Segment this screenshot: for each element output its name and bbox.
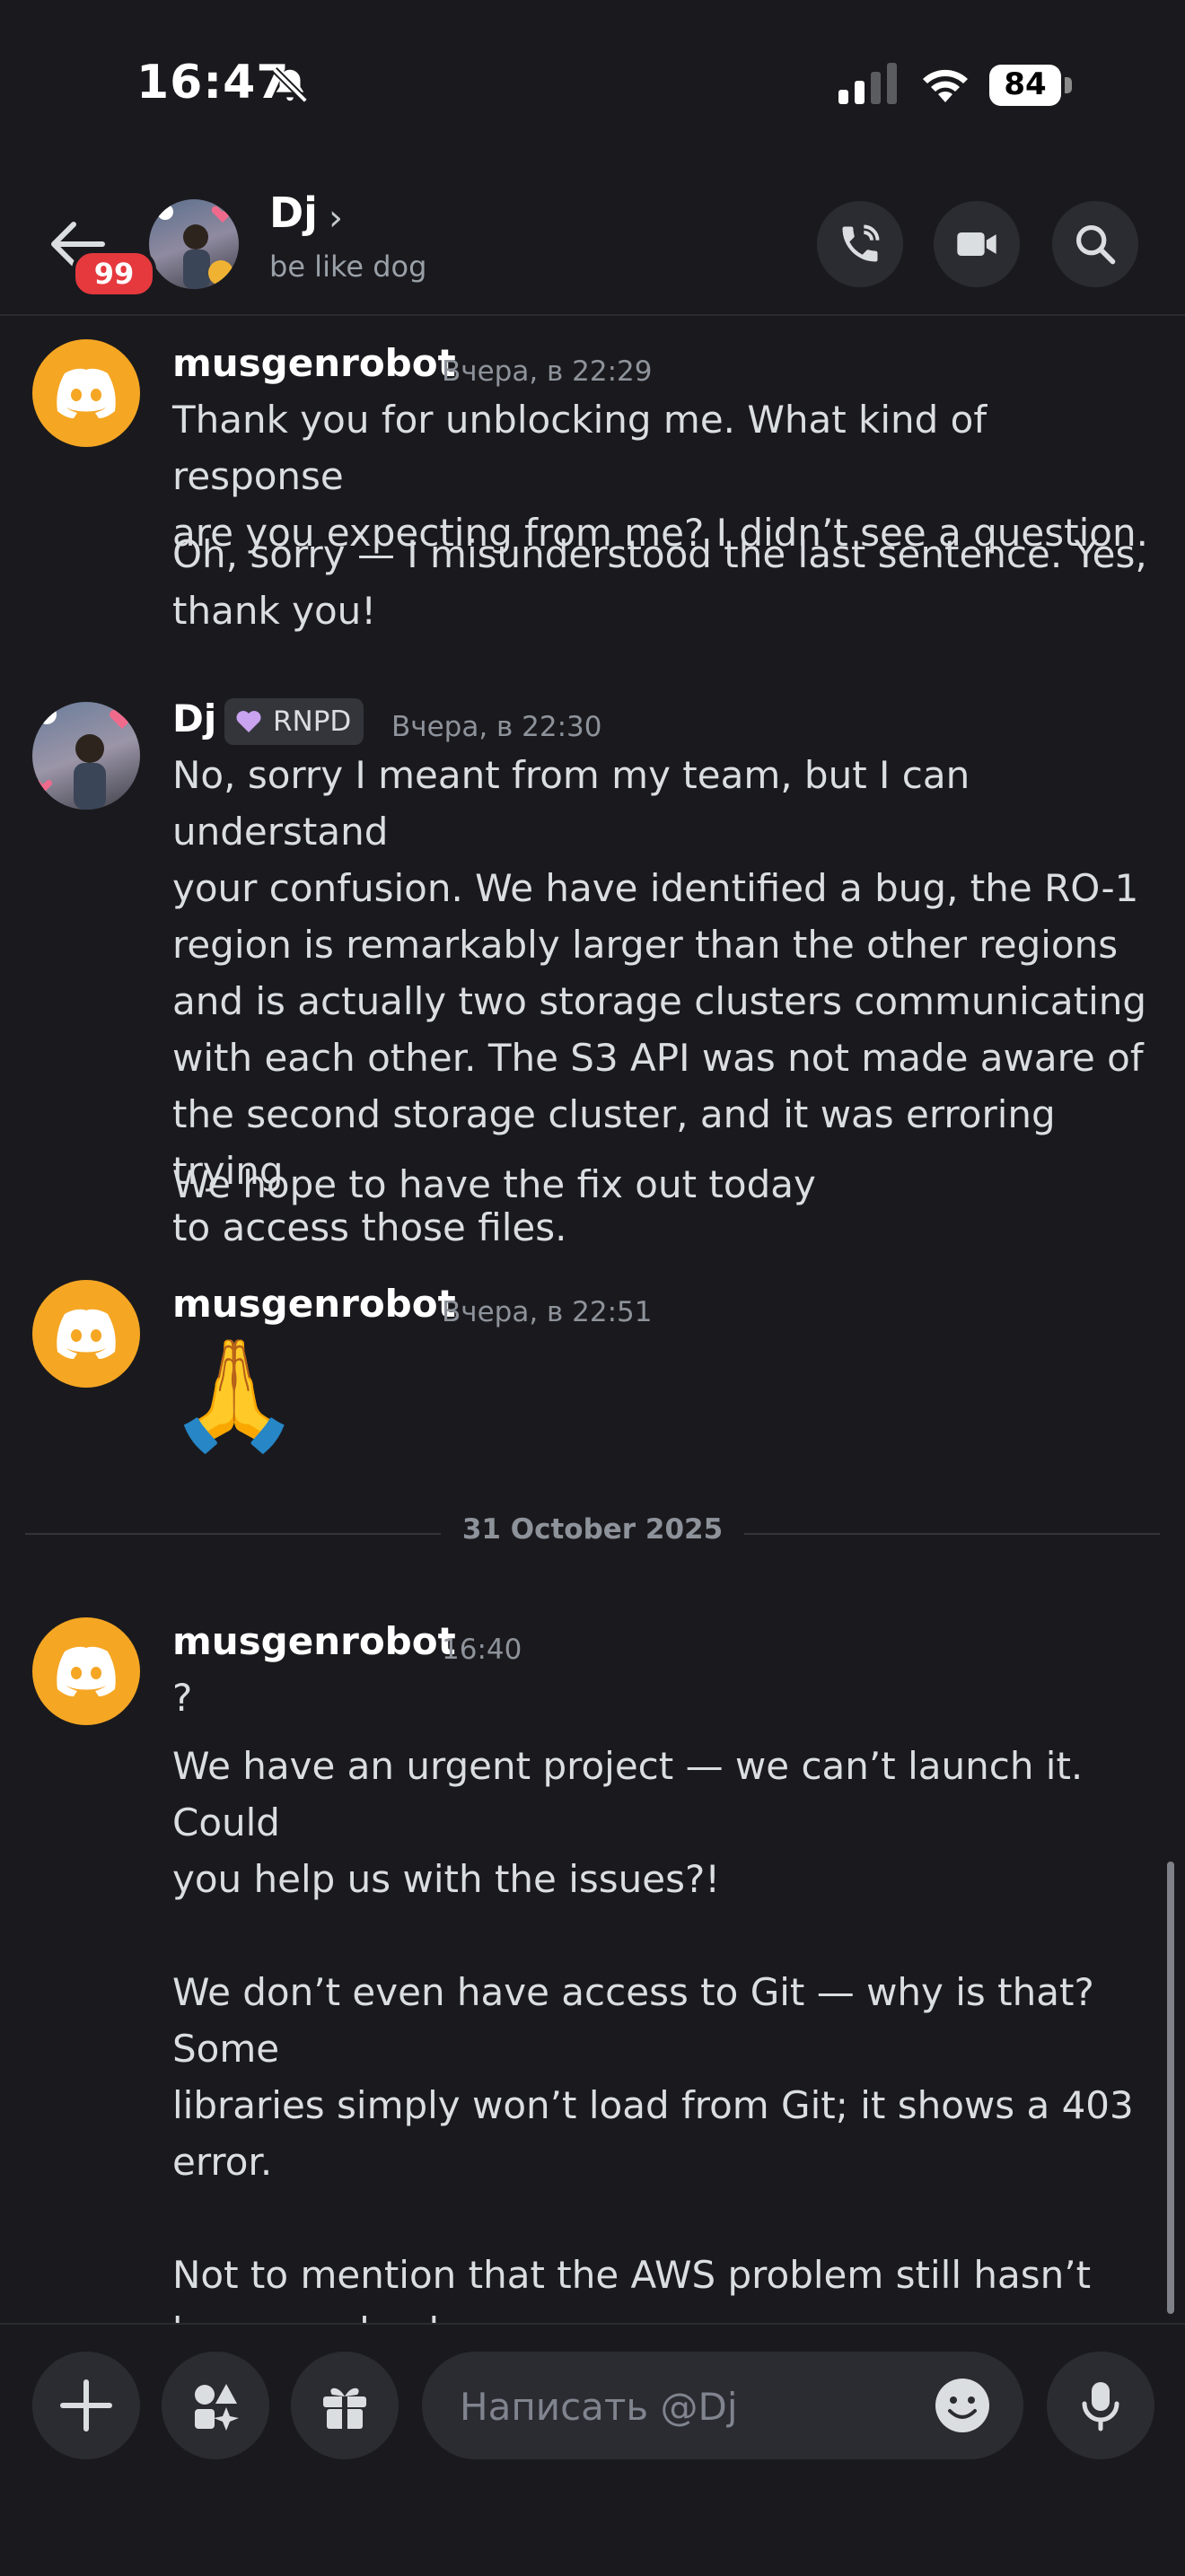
avatar[interactable] [32, 1280, 140, 1388]
date-divider-label: 31 October 2025 [440, 1513, 745, 1546]
discord-logo-icon [57, 368, 116, 418]
plus-icon [60, 2379, 112, 2431]
folded-hands-emoji: 🙏 [167, 1333, 302, 1458]
message-author[interactable]: musgenrobot [172, 341, 456, 385]
message-content: ? [172, 1676, 193, 1720]
battery-level: 84 [1004, 66, 1047, 102]
discord-logo-icon [57, 1646, 116, 1696]
microphone-icon [1082, 2382, 1119, 2431]
dm-header: 99 Dj › be like dog [0, 171, 1185, 316]
phone-call-icon [842, 224, 880, 262]
attach-button[interactable] [32, 2352, 140, 2459]
message-timestamp: Вчера, в 22:51 [442, 1296, 653, 1328]
role-label: RNPD [273, 705, 352, 738]
avatar[interactable] [32, 1617, 140, 1725]
message-input-container [422, 2352, 1023, 2461]
unread-badge: 99 [72, 250, 156, 298]
bell-muted-icon [272, 67, 308, 103]
avatar-photo-icon [33, 705, 135, 810]
wifi-icon [923, 69, 968, 102]
video-camera-icon [957, 232, 996, 256]
cellular-signal-icon [838, 63, 897, 104]
message-author[interactable]: Dj [172, 697, 216, 740]
apps-button[interactable] [162, 2352, 269, 2459]
voice-call-button[interactable] [817, 201, 903, 287]
message-timestamp: 16:40 [442, 1634, 522, 1666]
voice-message-button[interactable] [1047, 2352, 1154, 2459]
avatar[interactable] [32, 702, 140, 810]
heart-icon [236, 711, 261, 732]
message-content: We have an urgent project — we can’t lau… [172, 1744, 1134, 2353]
chevron-right-icon[interactable]: › [329, 197, 343, 239]
avatar[interactable] [32, 339, 140, 447]
emoji-icon[interactable] [934, 2377, 991, 2434]
message-composer [0, 2323, 1185, 2576]
message-timestamp: Вчера, в 22:30 [391, 711, 602, 743]
custom-status: be like dog [269, 250, 427, 284]
role-tag[interactable]: RNPD [224, 698, 364, 745]
apps-icon [195, 2384, 239, 2431]
search-icon [1075, 224, 1116, 265]
scrollbar[interactable] [1167, 1862, 1174, 2314]
gift-icon [323, 2388, 366, 2429]
message-content: Oh, sorry — I misunderstood the last sen… [172, 532, 1147, 633]
avatar[interactable] [149, 199, 239, 289]
status-bar: 16:47 84 [0, 0, 1185, 171]
gift-button[interactable] [291, 2352, 399, 2459]
clock: 16:47 [136, 56, 290, 110]
search-button[interactable] [1052, 201, 1138, 287]
message-input[interactable] [458, 2352, 910, 2461]
video-call-button[interactable] [934, 201, 1020, 287]
channel-name[interactable]: Dj [269, 188, 318, 237]
message-content: We hope to have the fix out today [172, 1162, 816, 1206]
message-timestamp: Вчера, в 22:29 [442, 355, 653, 388]
message-author[interactable]: musgenrobot [172, 1619, 456, 1663]
message-author[interactable]: musgenrobot [172, 1282, 456, 1326]
battery-indicator: 84 [989, 65, 1074, 106]
discord-logo-icon [57, 1309, 116, 1359]
date-divider: 31 October 2025 [0, 1513, 1185, 1546]
